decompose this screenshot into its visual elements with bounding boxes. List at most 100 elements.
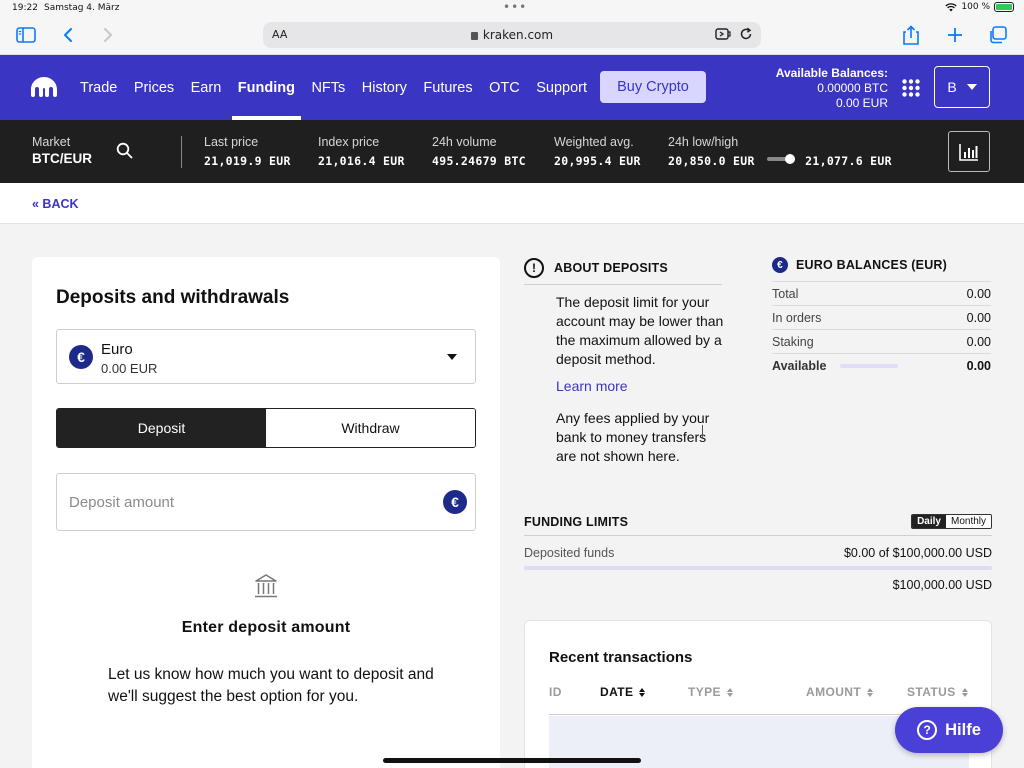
column-label: TYPE xyxy=(688,685,721,699)
address-bar[interactable]: AA kraken.com xyxy=(263,22,761,48)
safari-toolbar: AA kraken.com xyxy=(0,18,1024,55)
monthly-tab[interactable]: Monthly xyxy=(945,515,991,528)
apps-grid-icon[interactable] xyxy=(902,79,920,101)
low-high-range-knob xyxy=(785,154,795,164)
nav-item-prices[interactable]: Prices xyxy=(134,55,174,120)
balance-value: 0.00 xyxy=(966,358,991,373)
stat-high-value: 21,077.6 EUR xyxy=(805,154,892,168)
stat-low-value: 20,850.0 EUR xyxy=(668,154,755,168)
column-type[interactable]: TYPE xyxy=(688,685,733,699)
balance-row-available: Available 0.00 xyxy=(772,353,991,377)
nav-item-otc[interactable]: OTC xyxy=(489,55,520,120)
nav-item-earn[interactable]: Earn xyxy=(191,55,222,120)
column-label: DATE xyxy=(600,685,634,699)
back-link[interactable]: « BACK xyxy=(32,197,79,211)
sort-icon xyxy=(961,687,968,697)
market-selector[interactable]: Market BTC/EUR xyxy=(32,135,92,166)
back-nav-icon[interactable] xyxy=(56,24,80,46)
stat-index-price: Index price 21,016.4 EUR xyxy=(318,135,405,168)
tabs-overview-icon[interactable] xyxy=(986,24,1010,46)
limit-period-toggle: Daily Monthly xyxy=(911,514,992,529)
account-menu-button[interactable]: B xyxy=(934,66,990,108)
stat-24h-low-high: 24h low/high 20,850.0 EUR 21,077.6 EUR xyxy=(668,135,892,168)
deposit-amount-input[interactable] xyxy=(69,493,429,511)
nav-item-futures[interactable]: Futures xyxy=(423,55,472,120)
multitasking-dots-icon[interactable]: ••• xyxy=(503,0,527,14)
stat-value: 20,995.4 EUR xyxy=(554,154,641,168)
kraken-logo-icon[interactable] xyxy=(31,77,57,101)
new-tab-icon[interactable] xyxy=(943,24,967,46)
bank-icon xyxy=(254,573,278,603)
column-amount[interactable]: AMOUNT xyxy=(806,685,874,699)
funding-limits-title: FUNDING LIMITS xyxy=(524,514,629,529)
euro-balances-title: EURO BALANCES (EUR) xyxy=(796,258,948,272)
reader-text-size-button[interactable]: AA xyxy=(272,28,287,41)
column-label: ID xyxy=(549,685,562,699)
currency-select[interactable]: € Euro 0.00 EUR xyxy=(56,329,476,384)
nav-item-support[interactable]: Support xyxy=(536,55,587,120)
back-bar: « BACK xyxy=(0,183,1024,224)
balance-value: 0.00 xyxy=(966,334,991,349)
ios-status-bar: 19:22 Samstag 4. März ••• 100 % xyxy=(0,0,1024,18)
nav-item-trade[interactable]: Trade xyxy=(80,55,117,120)
nav-item-nfts[interactable]: NFTs xyxy=(311,55,345,120)
forward-nav-icon[interactable] xyxy=(96,24,120,46)
currency-balance: 0.00 EUR xyxy=(101,361,158,376)
sort-icon xyxy=(726,687,733,697)
available-balances[interactable]: Available Balances: 0.00000 BTC 0.00 EUR xyxy=(776,66,888,111)
extension-icon[interactable] xyxy=(715,27,731,44)
nav-item-funding[interactable]: Funding xyxy=(231,55,302,120)
ticker-divider xyxy=(181,136,182,168)
balance-label: Total xyxy=(772,286,799,301)
caret-down-icon xyxy=(447,354,457,360)
reload-icon[interactable] xyxy=(739,27,753,44)
market-ticker-bar: Market BTC/EUR Last price 21,019.9 EUR I… xyxy=(0,120,1024,183)
balance-row-total: Total 0.00 xyxy=(772,281,991,305)
market-pair: BTC/EUR xyxy=(32,151,92,166)
deposit-tab[interactable]: Deposit xyxy=(57,409,266,447)
balances-title: Available Balances: xyxy=(775,66,888,80)
stat-value: 21,019.9 EUR xyxy=(204,154,291,168)
help-button[interactable]: ? Hilfe xyxy=(895,707,1003,753)
sidebar-toggle-icon[interactable] xyxy=(14,24,38,46)
stat-last-price: Last price 21,019.9 EUR xyxy=(204,135,291,168)
chart-button[interactable] xyxy=(948,131,990,172)
share-icon[interactable] xyxy=(899,24,923,46)
sort-icon xyxy=(639,687,646,697)
market-label: Market xyxy=(32,135,71,149)
learn-more-link[interactable]: Learn more xyxy=(556,378,724,394)
deposit-amount-field[interactable]: € xyxy=(56,473,476,531)
deposit-card: Deposits and withdrawals € Euro 0.00 EUR… xyxy=(32,257,500,768)
column-status[interactable]: STATUS xyxy=(907,685,968,699)
wifi-icon xyxy=(945,2,958,11)
url-text: kraken.com xyxy=(482,28,554,42)
funding-limits: FUNDING LIMITS Daily Monthly Deposited f… xyxy=(524,514,992,592)
stat-weighted-avg: Weighted avg. 20,995.4 EUR xyxy=(554,135,641,168)
sort-icon xyxy=(867,687,874,697)
nav-item-history[interactable]: History xyxy=(362,55,407,120)
euro-icon: € xyxy=(443,490,467,514)
about-deposits-text: The deposit limit for your account may b… xyxy=(556,294,724,367)
buy-crypto-button[interactable]: Buy Crypto xyxy=(600,71,706,103)
column-date[interactable]: DATE xyxy=(600,685,646,699)
stat-label: Last price xyxy=(204,135,259,149)
balance-label: Staking xyxy=(772,334,814,349)
stat-value: 21,016.4 EUR xyxy=(318,154,405,168)
withdraw-tab[interactable]: Withdraw xyxy=(266,409,475,447)
lock-icon xyxy=(470,32,478,40)
stat-value: 495.24679 BTC xyxy=(432,154,526,168)
recent-transactions-title: Recent transactions xyxy=(549,649,693,666)
deposited-funds-row: Deposited funds $0.00 of $100,000.00 USD xyxy=(524,546,992,560)
info-exclamation-icon: ! xyxy=(524,258,544,278)
account-initial: B xyxy=(947,79,957,95)
stat-label: 24h low/high xyxy=(668,135,739,149)
status-time: 19:22 xyxy=(12,3,38,13)
about-deposits-title: ABOUT DEPOSITS xyxy=(554,261,668,275)
daily-tab[interactable]: Daily xyxy=(912,515,946,528)
funding-limit-value: $100,000.00 USD xyxy=(892,578,992,592)
euro-icon: € xyxy=(772,257,788,273)
balance-eur: 0.00 EUR xyxy=(835,96,888,110)
search-icon[interactable] xyxy=(116,142,133,164)
deposit-card-title: Deposits and withdrawals xyxy=(56,287,290,308)
deposited-funds-value: $0.00 of $100,000.00 USD xyxy=(843,546,992,560)
